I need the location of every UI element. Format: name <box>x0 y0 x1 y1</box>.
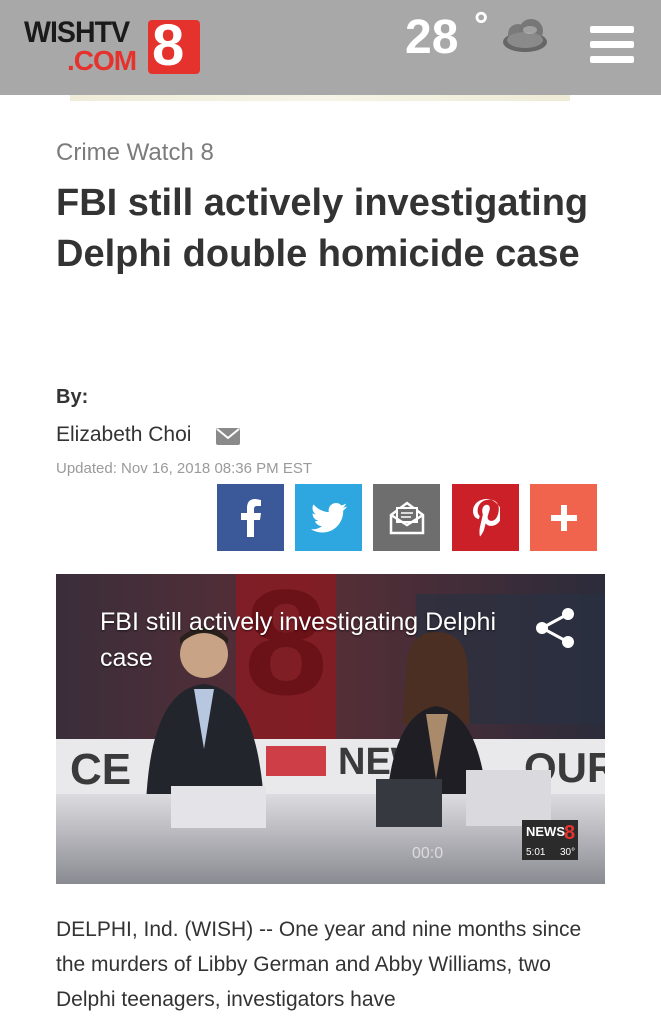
article-body: DELPHI, Ind. (WISH) -- One year and nine… <box>56 918 582 1011</box>
share-pinterest-button[interactable] <box>452 484 519 551</box>
share-facebook-button[interactable] <box>217 484 284 551</box>
cloud-icon[interactable] <box>500 18 550 54</box>
news-bug-temp: 30° <box>560 847 575 858</box>
facebook-icon <box>240 498 261 537</box>
site-header: WISHTV .COM 8 28 ° <box>0 0 661 95</box>
hamburger-menu-icon[interactable] <box>590 26 636 66</box>
ad-strip <box>70 95 570 101</box>
logo-eight-badge: 8 <box>148 16 200 76</box>
news-bug-time: 5:01 <box>526 847 546 858</box>
pinterest-icon <box>472 498 500 536</box>
video-player[interactable]: 8 CE NEW OUR NEWS 8 5:01 30° 00:0 FBI st… <box>56 574 605 884</box>
share-icon[interactable] <box>534 606 578 650</box>
site-logo[interactable]: WISHTV .COM 8 <box>22 16 202 76</box>
logo-text-com: .COM <box>67 45 137 76</box>
article-headline: FBI still actively investigating Delphi … <box>56 182 589 275</box>
logo-number: 8 <box>152 13 185 78</box>
envelope-icon[interactable] <box>216 428 240 445</box>
plus-icon <box>550 504 577 531</box>
news-bug-label: NEWS <box>526 824 565 839</box>
share-email-button[interactable] <box>373 484 440 551</box>
byline-label: By: <box>56 386 89 408</box>
video-title: FBI still actively investigating Delphi … <box>100 608 496 672</box>
temperature-readout[interactable]: 28 <box>405 8 458 68</box>
degree-symbol: ° <box>474 4 489 45</box>
share-twitter-button[interactable] <box>295 484 362 551</box>
email-icon <box>389 500 424 534</box>
section-label[interactable]: Crime Watch 8 <box>56 138 214 168</box>
video-timecode: 00:0 <box>412 845 443 862</box>
set-letters-left: CE <box>70 745 131 794</box>
author-name[interactable]: Elizabeth Choi <box>56 423 191 447</box>
news-bug-number: 8 <box>564 822 575 844</box>
logo-text-wishtv: WISHTV <box>24 16 130 49</box>
updated-timestamp: Updated: Nov 16, 2018 08:36 PM EST <box>56 460 312 477</box>
share-more-button[interactable] <box>530 484 597 551</box>
twitter-icon <box>310 502 347 532</box>
